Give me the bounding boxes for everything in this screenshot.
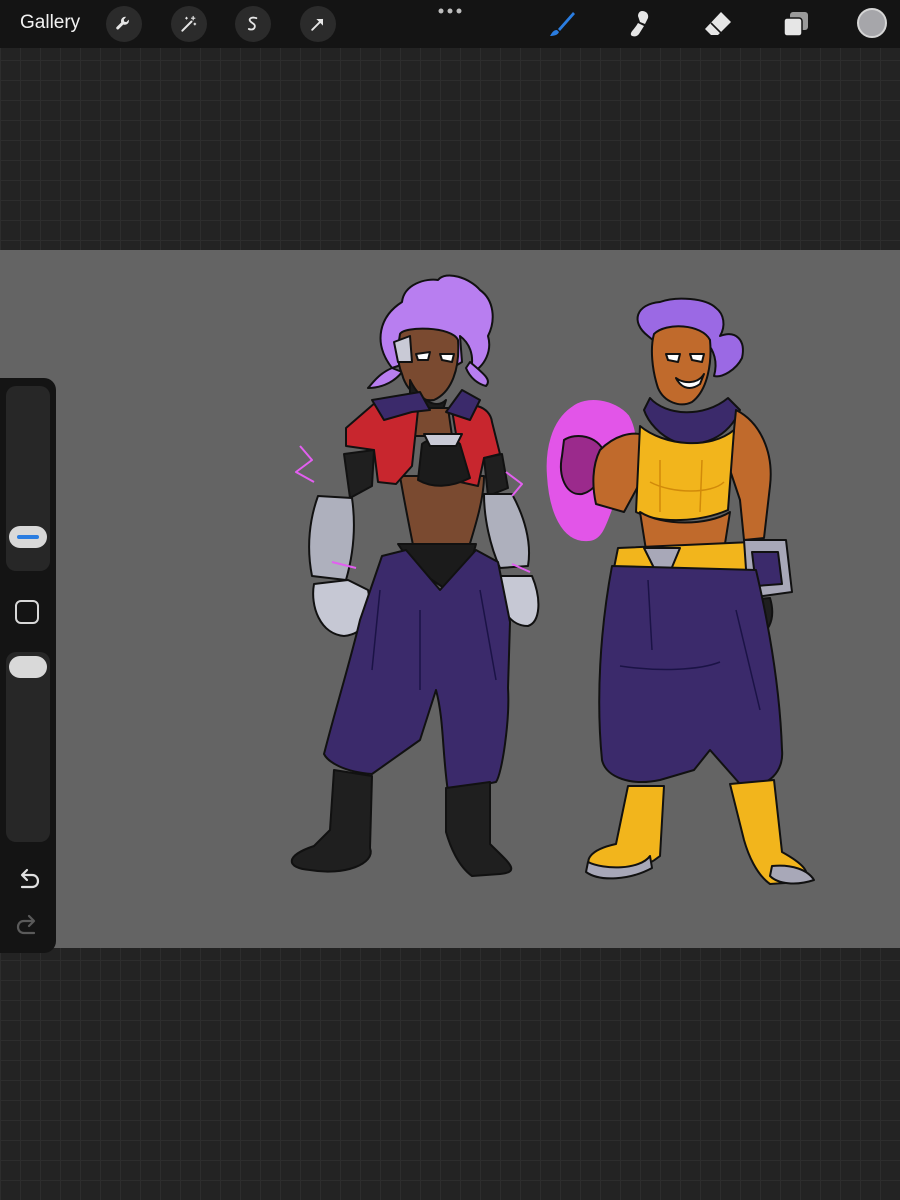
character-artwork (290, 274, 815, 885)
selection-icon[interactable] (235, 6, 271, 42)
gallery-button[interactable]: Gallery (20, 12, 80, 34)
left-character (290, 274, 540, 877)
top-toolbar: Gallery (0, 0, 900, 48)
size-indicator (17, 535, 39, 539)
wrench-icon[interactable] (106, 6, 142, 42)
layers-icon[interactable] (780, 8, 812, 40)
square-modify-icon[interactable] (15, 600, 39, 624)
eraser-icon[interactable] (702, 8, 734, 40)
magic-wand-icon[interactable] (171, 6, 207, 42)
ellipsis-icon[interactable] (436, 4, 464, 18)
opacity-slider[interactable] (6, 652, 50, 842)
undo-icon[interactable] (14, 866, 42, 894)
transform-arrow-icon[interactable] (300, 6, 336, 42)
opacity-handle[interactable] (9, 656, 47, 678)
left-sidebar (0, 378, 56, 953)
redo-icon[interactable] (14, 912, 42, 940)
brush-size-handle[interactable] (9, 526, 47, 548)
color-picker-button[interactable] (857, 8, 887, 38)
drawing-canvas[interactable] (0, 250, 900, 948)
brush-icon[interactable] (546, 8, 578, 40)
smudge-icon[interactable] (623, 8, 655, 40)
right-character (546, 297, 815, 885)
